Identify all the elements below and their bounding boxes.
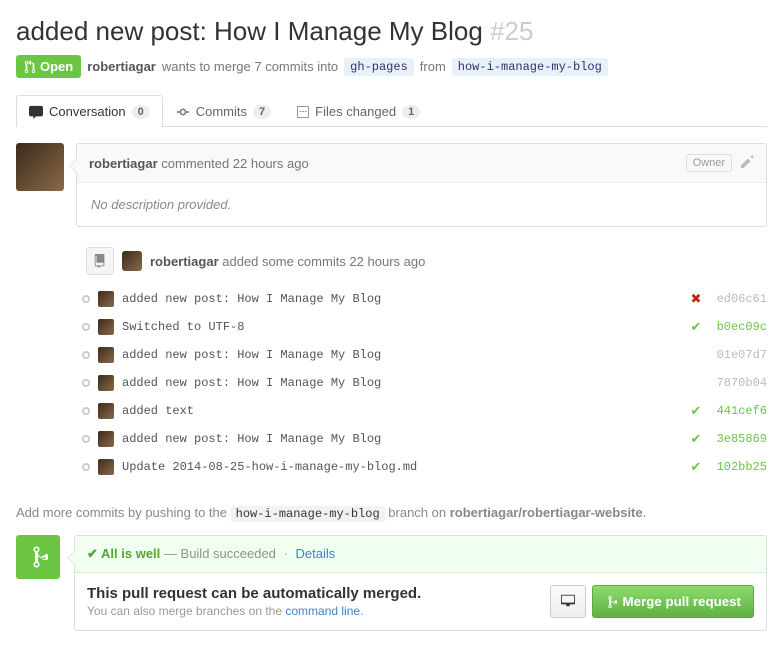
build-details-link[interactable]: Details [296,546,336,561]
timeline-dot [82,379,90,387]
commit-row: added new post: How I Manage My Blog ✖ ed0… [80,285,767,313]
commit-sha[interactable]: ed06c61 [711,292,767,306]
pr-author[interactable]: robertiagar [87,59,156,74]
commit-icon [176,105,190,119]
commit-message[interactable]: Update 2014-08-25-how-i-manage-my-blog.m… [122,460,681,474]
commit-row: added new post: How I Manage My Blog 01e0… [80,341,767,369]
merge-area: ✔ All is well — Build succeeded · Detail… [16,535,767,631]
commit-row: Switched to UTF-8 ✔ b0ec09c [80,313,767,341]
conversation-count: 0 [132,105,150,119]
merge-headline: This pull request can be automatically m… [87,585,421,602]
comment-icon [29,105,43,119]
avatar[interactable] [98,291,114,307]
x-icon: ✖ [689,291,703,307]
base-branch[interactable]: gh-pages [344,58,414,76]
merge-button[interactable]: Merge pull request [592,585,755,618]
desktop-button[interactable] [550,585,586,618]
check-icon: ✔ [689,431,703,447]
files-count: 1 [402,105,420,119]
pr-title: added new post: How I Manage My Blog #25 [16,16,767,47]
commit-message[interactable]: Switched to UTF-8 [122,320,681,334]
diff-icon [297,105,309,119]
merge-icon [16,535,60,579]
check-icon: ✔ [689,319,703,335]
avatar[interactable] [98,403,114,419]
commit-row: added text ✔ 441cef6 [80,397,767,425]
merge-sub: You can also merge branches on the comma… [87,604,421,618]
pr-title-text: added new post: How I Manage My Blog [16,16,483,46]
event-author[interactable]: robertiagar [150,254,219,269]
pr-number: #25 [490,16,533,46]
commit-message[interactable]: added new post: How I Manage My Blog [122,292,681,306]
head-branch[interactable]: how-i-manage-my-blog [452,58,608,76]
commits-count: 7 [253,105,271,119]
avatar[interactable] [122,251,142,271]
commit-sha[interactable]: 3e85869 [711,432,767,446]
commit-row: Update 2014-08-25-how-i-manage-my-blog.m… [80,453,767,481]
avatar[interactable] [16,143,64,191]
timeline-dot [82,435,90,443]
check-icon: ✔ [689,403,703,419]
timeline-dot [82,295,90,303]
hint-repo: robertiagar/robertiagar-website [450,505,643,520]
commit-sha[interactable]: 7870b04 [711,376,767,390]
repo-push-icon [86,247,114,275]
comment-meta: commented 22 hours ago [161,156,308,171]
commit-message[interactable]: added text [122,404,681,418]
commit-list: added new post: How I Manage My Blog ✖ ed0… [80,285,767,481]
event-line: robertiagar added some commits 22 hours … [86,247,767,275]
avatar[interactable] [98,375,114,391]
timeline-dot [82,351,90,359]
tabs: Conversation 0 Commits 7 Files changed 1 [16,94,767,127]
commit-sha[interactable]: b0ec09c [711,320,767,334]
state-badge: Open [16,55,81,78]
push-hint: Add more commits by pushing to the how-i… [16,505,767,521]
avatar[interactable] [98,459,114,475]
timeline-dot [82,323,90,331]
commit-row: added new post: How I Manage My Blog 7870… [80,369,767,397]
desktop-icon [561,593,575,607]
comment-author[interactable]: robertiagar [89,156,158,171]
timeline-dot [82,407,90,415]
command-line-link[interactable]: command line [285,604,360,618]
commit-row: added new post: How I Manage My Blog ✔ 3e8… [80,425,767,453]
comment-body: No description provided. [77,183,766,226]
commit-sha[interactable]: 441cef6 [711,404,767,418]
commit-sha[interactable]: 01e07d7 [711,348,767,362]
tab-conversation[interactable]: Conversation 0 [16,95,163,127]
commit-message[interactable]: added new post: How I Manage My Blog [122,348,681,362]
owner-badge: Owner [686,154,732,172]
commit-message[interactable]: added new post: How I Manage My Blog [122,376,681,390]
build-status: ✔ All is well — Build succeeded · Detail… [75,536,766,573]
avatar[interactable] [98,431,114,447]
hint-branch: how-i-manage-my-blog [231,506,385,522]
commit-sha[interactable]: 102bb25 [711,460,767,474]
tab-files[interactable]: Files changed 1 [284,95,433,127]
check-icon: ✔ [689,459,703,475]
edit-icon[interactable] [740,155,754,172]
tab-commits[interactable]: Commits 7 [163,95,284,127]
pr-state-row: Open robertiagar wants to merge 7 commit… [16,55,767,78]
timeline-dot [82,463,90,471]
avatar[interactable] [98,347,114,363]
commit-message[interactable]: added new post: How I Manage My Blog [122,432,681,446]
pr-icon [24,60,36,74]
comment: robertiagar commented 22 hours ago Owner… [76,143,767,227]
merge-icon [605,595,617,609]
avatar[interactable] [98,319,114,335]
